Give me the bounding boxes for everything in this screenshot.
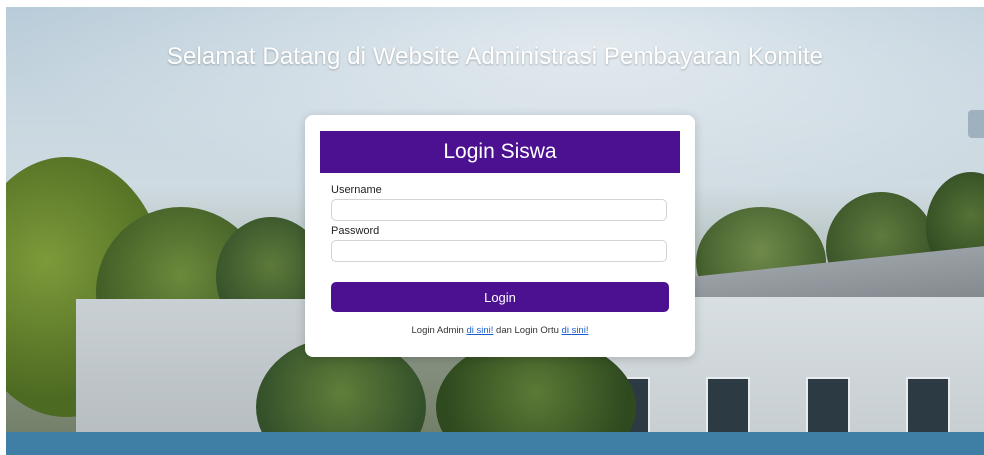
login-card: Login Siswa Username Password Login Logi… — [305, 115, 695, 357]
alt-login-links: Login Admin di sini! dan Login Ortu di s… — [305, 325, 695, 336]
username-label: Username — [331, 184, 382, 196]
login-card-title: Login Siswa — [320, 131, 680, 173]
password-input[interactable] — [331, 240, 667, 262]
admin-login-link[interactable]: di sini! — [466, 325, 493, 336]
username-input[interactable] — [331, 199, 667, 221]
admin-login-prefix: Login Admin — [411, 325, 467, 336]
ortu-login-link[interactable]: di sini! — [562, 325, 589, 336]
ortu-login-prefix: dan Login Ortu — [493, 325, 562, 336]
login-button[interactable]: Login — [331, 282, 669, 312]
building-base-stripe — [6, 432, 984, 455]
password-label: Password — [331, 225, 380, 237]
side-tab-handle[interactable] — [968, 110, 984, 138]
page-headline: Selamat Datang di Website Administrasi P… — [166, 43, 824, 70]
background-photo: Selamat Datang di Website Administrasi P… — [6, 7, 984, 455]
